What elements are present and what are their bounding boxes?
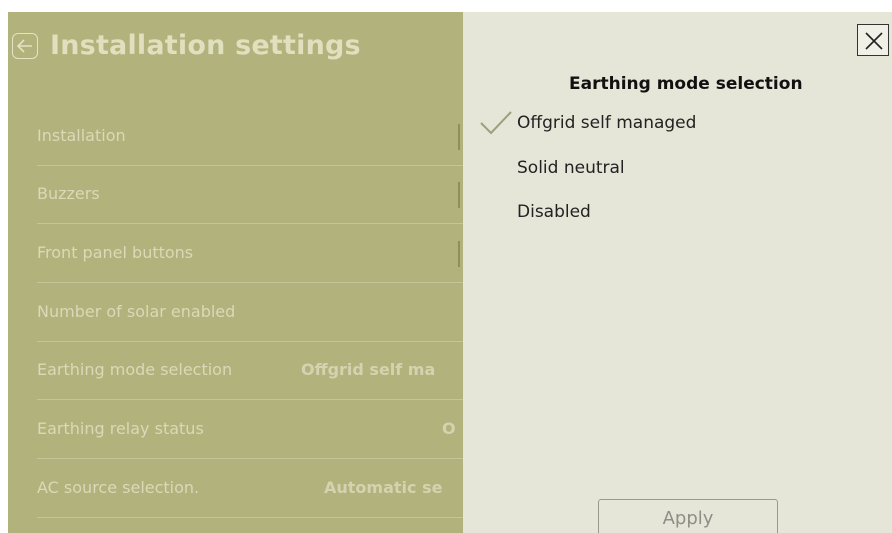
checkmark-icon — [480, 111, 512, 135]
back-button[interactable] — [12, 33, 38, 59]
row-value: O — [442, 419, 456, 438]
settings-row-buzzers[interactable]: Buzzers — [8, 166, 463, 224]
row-control-edge — [458, 241, 460, 267]
close-button[interactable] — [857, 24, 889, 56]
settings-row-front-panel-buttons[interactable]: Front panel buttons — [8, 225, 463, 283]
divider — [37, 399, 463, 400]
divider — [37, 517, 463, 518]
arrow-left-icon — [17, 39, 32, 53]
app-window: Installation settings Installation Buzze… — [8, 12, 892, 533]
settings-page: Installation settings Installation Buzze… — [8, 12, 463, 533]
settings-row-installation[interactable]: Installation — [8, 108, 463, 166]
row-label: Earthing mode selection — [37, 360, 233, 379]
row-label: Installation — [37, 126, 126, 145]
dialog-title: Earthing mode selection — [569, 74, 803, 94]
option-disabled[interactable]: Disabled — [517, 202, 591, 222]
settings-row-ac-source-selection[interactable]: AC source selection. Automatic se — [8, 460, 463, 518]
divider — [37, 458, 463, 459]
row-control-edge — [458, 182, 460, 208]
settings-row-earthing-relay-status: Earthing relay status O — [8, 401, 463, 459]
row-value: Automatic se — [324, 478, 443, 497]
earthing-mode-dialog: Earthing mode selection Offgrid self man… — [463, 12, 892, 533]
header: Installation settings — [8, 12, 463, 84]
row-label: Front panel buttons — [37, 243, 194, 262]
option-solid-neutral[interactable]: Solid neutral — [517, 158, 625, 178]
row-label: Number of solar enabled — [37, 302, 236, 321]
row-value: Offgrid self ma — [301, 360, 436, 379]
row-control-edge — [458, 124, 460, 150]
row-label: Buzzers — [37, 184, 100, 203]
apply-button[interactable]: Apply — [598, 499, 778, 533]
settings-row-number-of-solar[interactable]: Number of solar enabled — [8, 284, 463, 342]
option-offgrid-self-managed[interactable]: Offgrid self managed — [517, 113, 696, 133]
divider — [37, 223, 463, 224]
row-label: AC source selection. — [37, 478, 200, 497]
settings-row-earthing-mode[interactable]: Earthing mode selection Offgrid self ma — [8, 342, 463, 400]
close-icon — [865, 32, 883, 50]
page-title: Installation settings — [50, 30, 361, 61]
divider — [37, 282, 463, 283]
row-label: Earthing relay status — [37, 419, 204, 438]
